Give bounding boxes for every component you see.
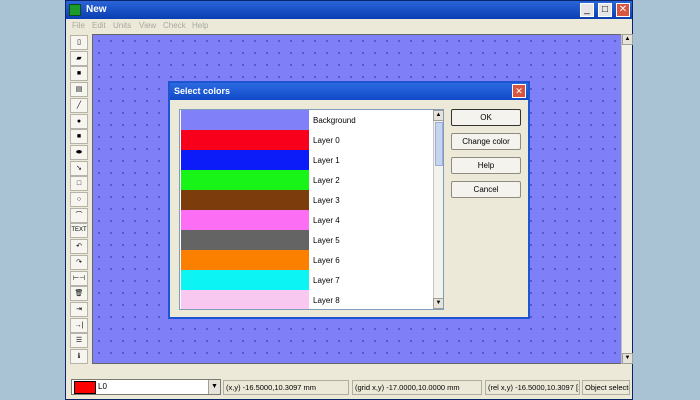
color-swatch (181, 150, 309, 170)
minimize-button[interactable]: _ (580, 3, 594, 17)
change-color-button[interactable]: Change color (451, 133, 521, 150)
open-folder-icon[interactable]: ▰ (70, 50, 88, 66)
list-scroll-down-icon[interactable]: ▼ (433, 298, 443, 309)
new-file-icon[interactable]: ▯ (70, 35, 88, 50)
list-item[interactable]: Layer 0 (180, 130, 433, 150)
vertical-scrollbar[interactable]: ▲ ▼ (621, 34, 633, 364)
help-button[interactable]: Help (451, 157, 521, 174)
oval-tool-icon[interactable]: ⬬ (70, 144, 88, 160)
list-scroll-up-icon[interactable]: ▲ (433, 110, 443, 121)
layer-value: L0 (98, 382, 107, 391)
rectangle-outline-icon[interactable]: □ (70, 176, 88, 192)
list-item[interactable]: Layer 1 (180, 150, 433, 170)
redo-icon[interactable]: ↷ (70, 254, 88, 270)
move-icon[interactable]: →| (70, 317, 88, 333)
layer-select[interactable]: L0 ▼ (71, 379, 221, 395)
list-item[interactable]: Layer 8 (180, 290, 433, 309)
status-rel-xy: (rel x,y) -16.5000,10.3097 [19.4561 148.… (485, 380, 580, 395)
maximize-button[interactable]: □ (598, 3, 612, 17)
list-item[interactable]: Layer 4 (180, 210, 433, 230)
color-item-label: Layer 3 (313, 196, 340, 205)
color-item-label: Layer 1 (313, 156, 340, 165)
color-swatch (181, 250, 309, 270)
menu-file[interactable]: File (72, 21, 85, 30)
menu-help[interactable]: Help (192, 21, 208, 30)
list-item[interactable]: Layer 2 (180, 170, 433, 190)
arrow-tool-icon[interactable]: ➘ (70, 160, 88, 176)
status-selection: Object selecti (582, 380, 630, 395)
chevron-down-icon[interactable]: ▼ (208, 380, 220, 394)
select-colors-dialog: Select colors ✕ Layer 8 Layer 7 Layer 6 Lay… (168, 81, 530, 319)
circle-outline-icon[interactable]: ○ (70, 192, 88, 207)
status-bar: L0 ▼ (x,y) -16.5000,10.3097 mm (grid x,y… (66, 376, 632, 399)
status-xy: (x,y) -16.5000,10.3097 mm (223, 380, 349, 395)
list-item[interactable]: Layer 7 (180, 270, 433, 290)
layer-color-swatch (74, 381, 96, 394)
line-tool-icon[interactable]: ╱ (70, 97, 88, 113)
app-icon (69, 4, 81, 16)
color-swatch (181, 110, 309, 130)
save-icon[interactable]: ■ (70, 66, 88, 82)
circle-tool-icon[interactable]: ● (70, 113, 88, 129)
color-swatch (181, 230, 309, 250)
arc-tool-icon[interactable]: ⌒ (70, 207, 88, 223)
color-item-label: Layer 5 (313, 236, 340, 245)
menu-view[interactable]: View (139, 21, 156, 30)
list-item[interactable]: Layer 5 (180, 230, 433, 250)
info-icon[interactable]: ℹ (70, 349, 88, 364)
tool-palette: ▯ ▰ ■ ▤ ╱ ● ■ ⬬ ➘ □ ○ ⌒ TEXT ↶ ↷ ⊢⊣ 🗑 ⇥ →| ☰ ℹ (68, 35, 90, 367)
rectangle-tool-icon[interactable]: ■ (70, 129, 88, 145)
color-item-label: Background (313, 116, 356, 125)
color-item-label: Layer 2 (313, 176, 340, 185)
color-swatch (181, 190, 309, 210)
measure-icon[interactable]: ⊢⊣ (70, 270, 88, 286)
dialog-title: Select colors (174, 86, 231, 96)
scroll-up-icon[interactable]: ▲ (622, 34, 633, 45)
color-swatch (181, 210, 309, 230)
color-item-label: Layer 6 (313, 256, 340, 265)
align-icon[interactable]: ⇥ (70, 301, 88, 317)
list-item[interactable]: Layer 3 (180, 190, 433, 210)
delete-icon[interactable]: 🗑 (70, 286, 88, 302)
ok-button[interactable]: OK (451, 109, 521, 126)
window-title: New (86, 4, 107, 15)
menu-check[interactable]: Check (163, 21, 186, 30)
color-swatch (181, 130, 309, 150)
color-swatch (181, 170, 309, 190)
color-item-label: Layer 8 (313, 296, 340, 305)
text-tool-icon[interactable]: TEXT (70, 223, 88, 239)
layers-icon[interactable]: ☰ (70, 333, 88, 349)
list-scroll-thumb[interactable] (435, 122, 443, 166)
color-swatch (181, 290, 309, 309)
color-swatch (181, 270, 309, 290)
dialog-close-button[interactable]: ✕ (512, 84, 526, 98)
color-item-label: Layer 4 (313, 216, 340, 225)
title-bar[interactable]: New _ □ ✕ (66, 1, 632, 19)
close-button[interactable]: ✕ (616, 3, 630, 17)
list-item[interactable]: Layer 6 (180, 250, 433, 270)
list-scrollbar[interactable]: ▲ ▼ (433, 110, 443, 309)
dialog-title-bar[interactable]: Select colors ✕ (170, 83, 528, 100)
menu-units[interactable]: Units (113, 21, 131, 30)
undo-icon[interactable]: ↶ (70, 239, 88, 255)
color-item-label: Layer 0 (313, 136, 340, 145)
color-list[interactable]: Layer 8 Layer 7 Layer 6 Layer 5 Layer 4 Layer… (179, 109, 444, 310)
menu-edit[interactable]: Edit (92, 21, 106, 30)
menu-bar: File Edit Units View Check Help (66, 19, 632, 33)
cancel-button[interactable]: Cancel (451, 181, 521, 198)
status-grid-xy: (grid x,y) -17.0000,10.0000 mm (352, 380, 482, 395)
color-item-label: Layer 7 (313, 276, 340, 285)
list-item[interactable]: Background (180, 110, 433, 130)
print-icon[interactable]: ▤ (70, 82, 88, 98)
scroll-down-icon[interactable]: ▼ (622, 353, 633, 364)
